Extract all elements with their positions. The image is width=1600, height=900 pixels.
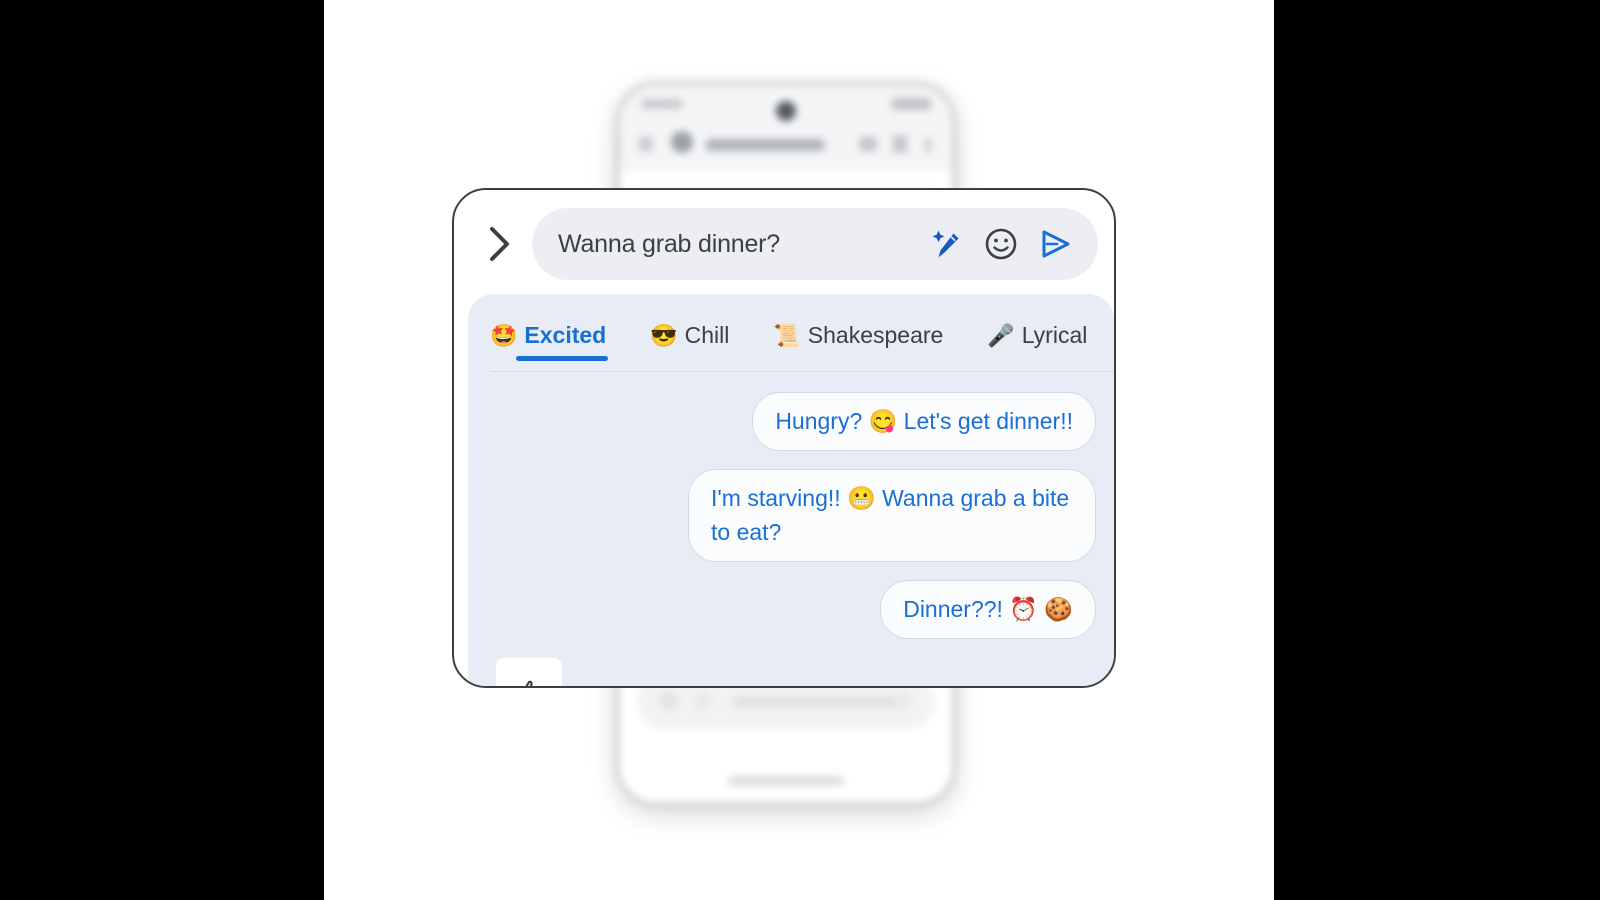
excited-emoji-icon: 🤩 [490, 322, 518, 348]
phone-compose-icon-a [659, 691, 679, 711]
phone-back-icon [639, 137, 653, 151]
phone-contact-avatar [671, 131, 693, 153]
suggestion-chip[interactable]: I'm starving!! 😬 Wanna grab a bite to ea… [688, 469, 1096, 563]
tab-excited[interactable]: 🤩 Excited [490, 322, 609, 361]
send-icon[interactable] [1028, 217, 1082, 271]
phone-video-call-icon [859, 137, 877, 151]
message-input-field[interactable]: Wanna grab dinner? [532, 208, 1098, 280]
tab-chill[interactable]: 😎 Chill [650, 322, 729, 361]
content-stage: Wanna grab dinner? 🤩 Excited 😎 Chill 📜 S… [324, 0, 1274, 900]
phone-voice-call-icon [893, 135, 907, 153]
phone-app-bar [619, 85, 953, 172]
phone-contact-name [705, 139, 825, 151]
phone-status-time [641, 99, 683, 109]
magic-compose-card: Wanna grab dinner? 🤩 Excited 😎 Chill 📜 S… [452, 188, 1116, 688]
compose-row: Wanna grab dinner? [454, 190, 1114, 298]
phone-compose-icon-c [893, 691, 913, 711]
screen-root: Wanna grab dinner? 🤩 Excited 😎 Chill 📜 S… [0, 0, 1600, 900]
tab-excited-label: Excited [524, 322, 607, 348]
tab-lyrical-label: Lyrical [1021, 322, 1088, 348]
emoji-smiley-icon[interactable] [974, 217, 1028, 271]
phone-overflow-icon [925, 137, 931, 153]
suggestion-chip[interactable]: Dinner??! ⏰ 🍪 [880, 580, 1096, 640]
tab-lyrical[interactable]: 🎤 Lyrical [987, 322, 1087, 361]
phone-home-indicator [728, 777, 844, 785]
phone-compose-placeholder [733, 697, 903, 707]
expand-chevron-button[interactable] [474, 218, 526, 270]
phone-status-battery [891, 98, 931, 110]
tabs-divider [490, 371, 1114, 372]
suggestions-panel: 🤩 Excited 😎 Chill 📜 Shakespeare 🎤 Lyrica… [468, 294, 1114, 686]
chill-emoji-icon: 😎 [650, 322, 678, 348]
tab-chill-label: Chill [684, 322, 730, 348]
tone-tabs: 🤩 Excited 😎 Chill 📜 Shakespeare 🎤 Lyrica… [468, 294, 1114, 372]
tab-active-underline [516, 356, 609, 361]
tab-shakespeare[interactable]: 📜 Shakespeare [773, 322, 943, 361]
phone-camera-icon [776, 101, 796, 121]
suggestion-list: Hungry? 😋 Let's get dinner!! I'm starvin… [468, 378, 1096, 676]
message-input-text[interactable]: Wanna grab dinner? [558, 230, 920, 259]
suggestion-chip[interactable]: Hungry? 😋 Let's get dinner!! [752, 392, 1096, 452]
magic-wand-icon[interactable] [920, 217, 974, 271]
phone-compose-icon-b [693, 691, 713, 711]
feedback-card [496, 658, 562, 686]
scroll-emoji-icon: 📜 [773, 322, 801, 348]
thumb-up-icon[interactable] [503, 668, 555, 686]
microphone-emoji-icon: 🎤 [987, 322, 1015, 348]
tab-shakespeare-label: Shakespeare [807, 322, 944, 348]
